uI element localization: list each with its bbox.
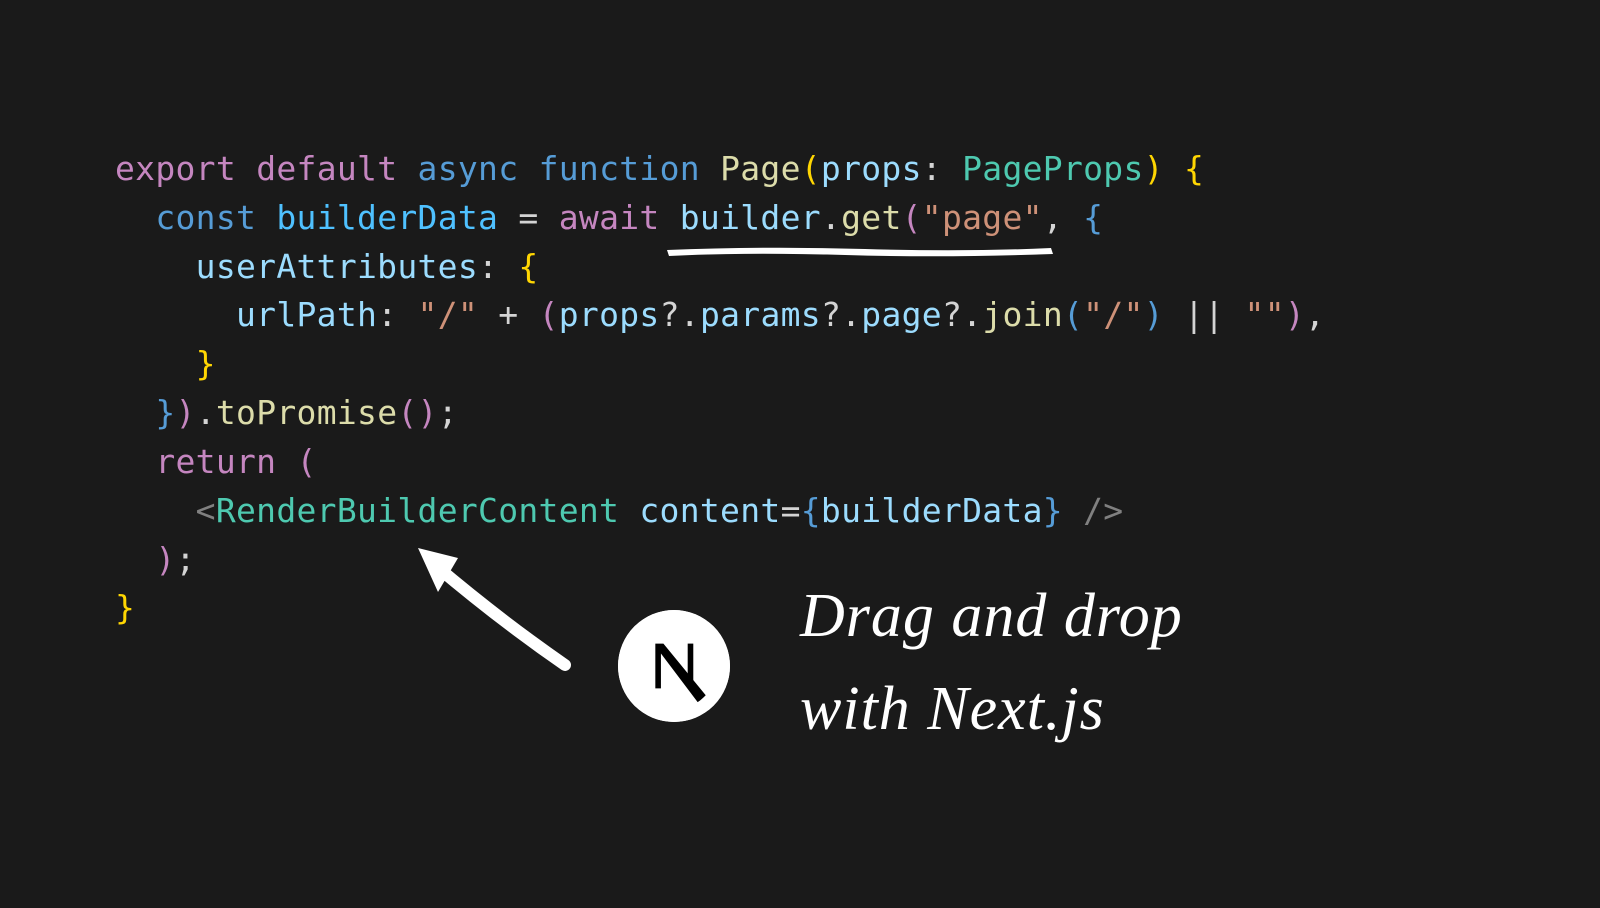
string-joinarg: "/" — [1083, 295, 1144, 334]
keyword-default: default — [256, 149, 397, 188]
string-empty: "" — [1245, 295, 1285, 334]
nextjs-logo-icon — [618, 610, 730, 722]
code-snippet: export default async function Page(props… — [115, 145, 1325, 633]
string-slash: "/" — [418, 295, 479, 334]
handwritten-annotation: Drag and drop with Next.js — [800, 570, 1183, 756]
jsx-val-builderdata: builderData — [821, 491, 1043, 530]
keyword-async: async — [418, 149, 519, 188]
annotation-line-2: with Next.js — [800, 663, 1183, 756]
keyword-export: export — [115, 149, 236, 188]
type-pageprops: PageProps — [962, 149, 1144, 188]
function-name: Page — [720, 149, 801, 188]
method-get: get — [841, 198, 902, 237]
obj-builder: builder — [680, 198, 821, 237]
obj-props: props — [559, 295, 660, 334]
method-topromise: toPromise — [216, 393, 398, 432]
string-page: "page" — [922, 198, 1043, 237]
jsx-attr-content: content — [639, 491, 780, 530]
prop-urlpath: urlPath — [236, 295, 377, 334]
annotation-line-1: Drag and drop — [800, 570, 1183, 663]
keyword-function: function — [539, 149, 700, 188]
var-builderdata: builderData — [276, 198, 498, 237]
jsx-component: RenderBuilderContent — [216, 491, 619, 530]
keyword-const: const — [155, 198, 256, 237]
prop-page: page — [861, 295, 942, 334]
keyword-await: await — [559, 198, 660, 237]
param-props: props — [821, 149, 922, 188]
prop-userattributes: userAttributes — [196, 247, 478, 286]
keyword-return: return — [155, 442, 276, 481]
prop-params: params — [700, 295, 821, 334]
method-join: join — [982, 295, 1063, 334]
